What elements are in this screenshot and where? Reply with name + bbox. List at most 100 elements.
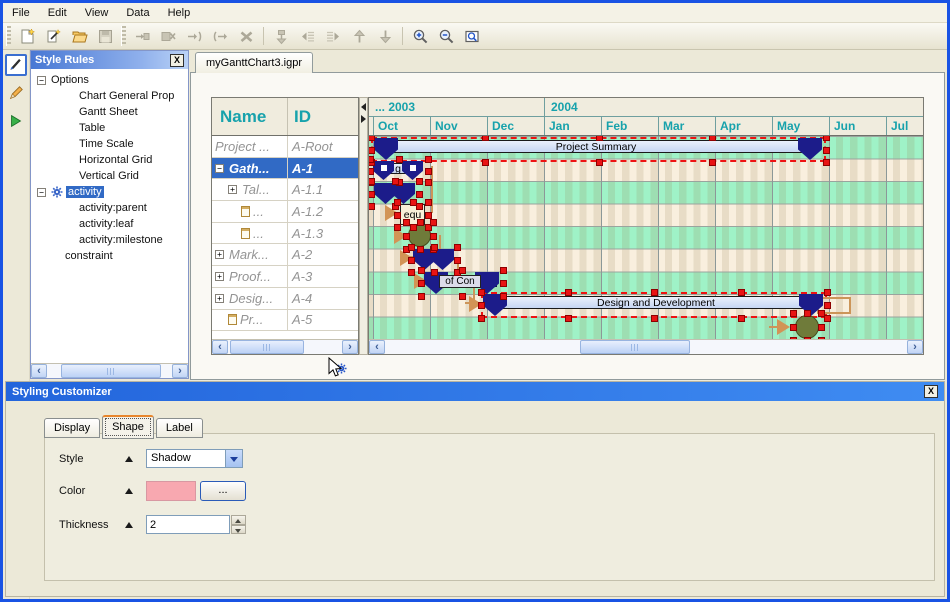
scroll-thumb[interactable] xyxy=(61,364,161,378)
selection-handle[interactable] xyxy=(396,156,403,163)
selection-handle[interactable] xyxy=(823,147,830,154)
new-chart-button[interactable] xyxy=(15,25,39,47)
chevron-down-icon[interactable] xyxy=(225,450,242,467)
collapse-icon[interactable]: − xyxy=(215,164,224,173)
selection-handle[interactable] xyxy=(500,280,507,287)
selection-handle[interactable] xyxy=(738,289,745,296)
selection-handle[interactable] xyxy=(651,289,658,296)
selection-handle[interactable] xyxy=(804,337,811,339)
scroll-track[interactable] xyxy=(385,340,907,354)
selection-handle[interactable] xyxy=(392,178,399,185)
selection-handle[interactable] xyxy=(425,179,432,186)
selection-handle[interactable] xyxy=(500,267,507,274)
zoom-fit-button[interactable] xyxy=(460,25,484,47)
menu-file[interactable]: File xyxy=(3,4,39,22)
selection-handle[interactable] xyxy=(478,302,485,309)
selection-handle[interactable] xyxy=(482,136,489,141)
style-rule-gantt-sheet[interactable]: Gantt Sheet xyxy=(31,104,188,120)
scroll-track[interactable] xyxy=(47,364,172,378)
style-rule-options[interactable]: −Options xyxy=(31,72,188,88)
style-rule-activity[interactable]: −activity xyxy=(31,184,188,200)
expand-icon[interactable]: + xyxy=(215,272,224,281)
selection-handle[interactable] xyxy=(369,178,375,185)
selection-handle[interactable] xyxy=(425,156,432,163)
rules-hscrollbar[interactable]: ‹ › xyxy=(31,363,188,378)
selection-handle[interactable] xyxy=(565,315,572,322)
styling-customizer-titlebar[interactable]: Styling Customizer X xyxy=(6,382,944,401)
selection-handle[interactable] xyxy=(459,293,466,300)
scroll-left-button[interactable]: ‹ xyxy=(369,340,385,354)
scroll-left-button[interactable]: ‹ xyxy=(212,340,228,354)
close-icon[interactable]: X xyxy=(170,54,184,67)
selection-handle[interactable] xyxy=(369,156,374,163)
selection-handle[interactable] xyxy=(408,257,415,264)
milestone-circle-icon[interactable] xyxy=(795,315,819,339)
tab-shape[interactable]: Shape xyxy=(102,415,154,439)
menu-help[interactable]: Help xyxy=(159,4,200,22)
scroll-right-button[interactable]: › xyxy=(342,340,358,354)
spinner-up-icon[interactable] xyxy=(231,515,246,525)
collapse-left-icon[interactable] xyxy=(361,103,366,111)
gantt-chart-canvas[interactable]: Project Summarygequof ConDesign and Deve… xyxy=(369,136,923,339)
selection-handle[interactable] xyxy=(408,269,415,276)
selection-handle[interactable] xyxy=(709,159,716,166)
style-rule-chart-general-prop[interactable]: Chart General Prop xyxy=(31,88,188,104)
selection-handle[interactable] xyxy=(425,199,432,206)
table-hscrollbar[interactable]: ‹ › xyxy=(212,339,358,354)
selection-handle[interactable] xyxy=(394,199,401,206)
scroll-thumb[interactable] xyxy=(580,340,690,354)
tab-display[interactable]: Display xyxy=(44,418,100,438)
selection-handle[interactable] xyxy=(823,136,830,141)
color-swatch[interactable] xyxy=(146,481,196,501)
activity-row-a-1[interactable]: −Gath...A-1 xyxy=(212,158,358,180)
activity-row-a-5[interactable]: Pr...A-5 xyxy=(212,310,358,332)
style-rule-table[interactable]: Table xyxy=(31,120,188,136)
selection-handle[interactable] xyxy=(431,269,438,276)
activity-row-a-1-2[interactable]: ...A-1.2 xyxy=(212,201,358,223)
style-rule-time-scale[interactable]: Time Scale xyxy=(31,136,188,152)
style-rule-constraint[interactable]: constraint xyxy=(31,248,188,264)
selection-handle[interactable] xyxy=(408,244,415,251)
style-wizard-button[interactable] xyxy=(41,25,65,47)
selection-handle[interactable] xyxy=(824,315,831,322)
selection-handle[interactable] xyxy=(565,289,572,296)
open-file-button[interactable] xyxy=(67,25,91,47)
scroll-left-button[interactable]: ‹ xyxy=(31,364,47,378)
selection-handle[interactable] xyxy=(596,159,603,166)
id-column-header[interactable]: ID xyxy=(288,98,358,135)
selection-handle[interactable] xyxy=(709,136,716,141)
selection-handle[interactable] xyxy=(418,267,425,274)
selection-handle[interactable] xyxy=(818,337,825,339)
collapse-icon[interactable]: − xyxy=(37,76,46,85)
selection-handle[interactable] xyxy=(410,199,417,206)
selection-handle[interactable] xyxy=(790,337,797,339)
selection-handle[interactable] xyxy=(417,219,424,226)
activity-row-a-1-1[interactable]: +Tal...A-1.1 xyxy=(212,179,358,201)
style-rule-activity-milestone[interactable]: activity:milestone xyxy=(31,232,188,248)
style-rule-activity-leaf[interactable]: activity:leaf xyxy=(31,216,188,232)
tab-label[interactable]: Label xyxy=(156,418,203,438)
menu-view[interactable]: View xyxy=(76,4,118,22)
selection-handle[interactable] xyxy=(431,244,438,251)
zoom-out-button[interactable] xyxy=(434,25,458,47)
table-chart-splitter[interactable] xyxy=(359,97,368,355)
selection-handle[interactable] xyxy=(823,159,830,166)
name-column-header[interactable]: Name xyxy=(212,98,288,135)
activity-row-a-3[interactable]: +Proof...A-3 xyxy=(212,266,358,288)
selection-handle[interactable] xyxy=(430,219,437,226)
selection-handle[interactable] xyxy=(824,289,831,296)
selection-handle[interactable] xyxy=(430,233,437,240)
selection-handle[interactable] xyxy=(790,310,797,317)
selection-handle[interactable] xyxy=(804,310,811,317)
selection-handle[interactable] xyxy=(416,203,423,210)
activity-row-a-4[interactable]: +Desig...A-4 xyxy=(212,288,358,310)
zoom-in-button[interactable] xyxy=(408,25,432,47)
selection-handle[interactable] xyxy=(394,224,401,231)
collapse-icon[interactable]: − xyxy=(37,188,46,197)
selection-handle[interactable] xyxy=(369,136,375,141)
selection-handle[interactable] xyxy=(478,289,485,296)
scroll-right-button[interactable]: › xyxy=(172,364,188,378)
style-rule-horizontal-grid[interactable]: Horizontal Grid xyxy=(31,152,188,168)
selection-handle[interactable] xyxy=(418,280,425,287)
selection-handle[interactable] xyxy=(482,159,489,166)
